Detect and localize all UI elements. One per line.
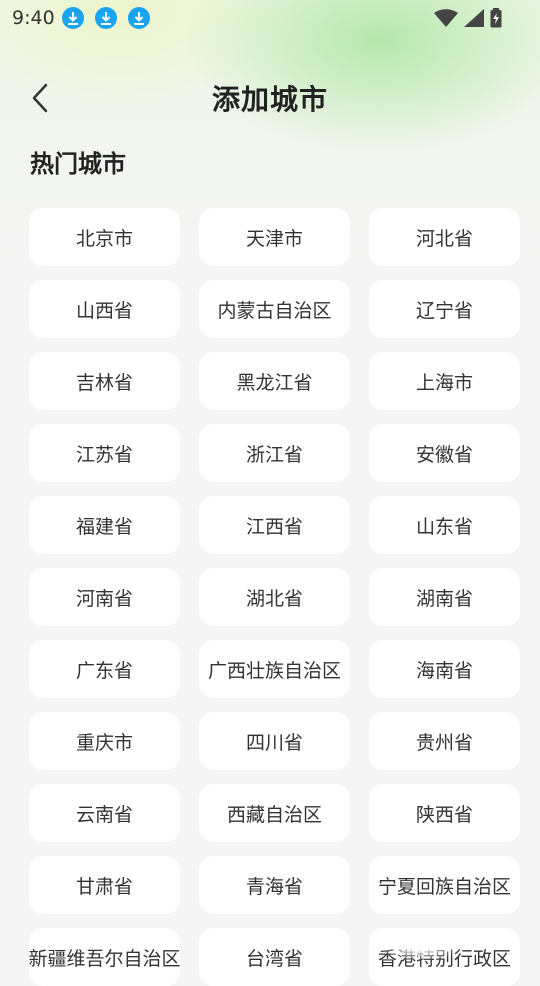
city-button[interactable]: 海南省 <box>369 640 520 698</box>
city-button[interactable]: 江苏省 <box>29 424 180 482</box>
city-button[interactable]: 内蒙古自治区 <box>199 280 350 338</box>
city-button[interactable]: 吉林省 <box>29 352 180 410</box>
city-button[interactable]: 山西省 <box>29 280 180 338</box>
page-header: 添加城市 <box>0 70 540 126</box>
city-button[interactable]: 浙江省 <box>199 424 350 482</box>
status-bar: 9:40 <box>0 0 540 36</box>
city-button[interactable]: 北京市 <box>29 208 180 266</box>
city-button[interactable]: 上海市 <box>369 352 520 410</box>
city-button[interactable]: 辽宁省 <box>369 280 520 338</box>
city-button[interactable]: 广东省 <box>29 640 180 698</box>
city-button[interactable]: 黑龙江省 <box>199 352 350 410</box>
system-icons <box>434 8 502 28</box>
download-icon <box>128 7 150 29</box>
city-button[interactable]: 新疆维吾尔自治区 <box>29 928 180 986</box>
battery-icon <box>490 8 502 28</box>
city-button[interactable]: 湖南省 <box>369 568 520 626</box>
city-button[interactable]: 广西壮族自治区 <box>199 640 350 698</box>
download-icon <box>95 7 117 29</box>
page-title: 添加城市 <box>211 83 328 116</box>
city-button[interactable]: 四川省 <box>199 712 350 770</box>
city-button[interactable]: 台湾省 <box>199 928 350 986</box>
city-grid: 北京市 天津市 河北省山西省 内蒙古自治区 辽宁省吉林省 黑龙江省 上海市江苏省 浙江省 安徽省… <box>29 208 521 986</box>
city-button[interactable]: 甘肃省 <box>29 856 180 914</box>
city-button[interactable]: 江西省 <box>199 496 350 554</box>
city-button[interactable]: 天津市 <box>199 208 350 266</box>
city-button[interactable]: 重庆市 <box>29 712 180 770</box>
wifi-icon <box>434 9 458 27</box>
city-button[interactable]: 宁夏回族自治区 <box>369 856 520 914</box>
city-button[interactable]: 福建省 <box>29 496 180 554</box>
status-time: 9:40 <box>12 7 55 29</box>
scroll-fade <box>360 930 460 960</box>
city-button[interactable]: 河北省 <box>369 208 520 266</box>
city-button[interactable]: 安徽省 <box>369 424 520 482</box>
city-button[interactable]: 湖北省 <box>199 568 350 626</box>
city-button[interactable]: 河南省 <box>29 568 180 626</box>
city-button[interactable]: 青海省 <box>199 856 350 914</box>
city-button[interactable]: 陕西省 <box>369 784 520 842</box>
city-button[interactable]: 西藏自治区 <box>199 784 350 842</box>
city-button[interactable]: 贵州省 <box>369 712 520 770</box>
city-button[interactable]: 山东省 <box>369 496 520 554</box>
section-title-hot-cities: 热门城市 <box>30 150 126 178</box>
signal-icon <box>464 9 484 27</box>
city-button[interactable]: 云南省 <box>29 784 180 842</box>
download-icon <box>62 7 84 29</box>
